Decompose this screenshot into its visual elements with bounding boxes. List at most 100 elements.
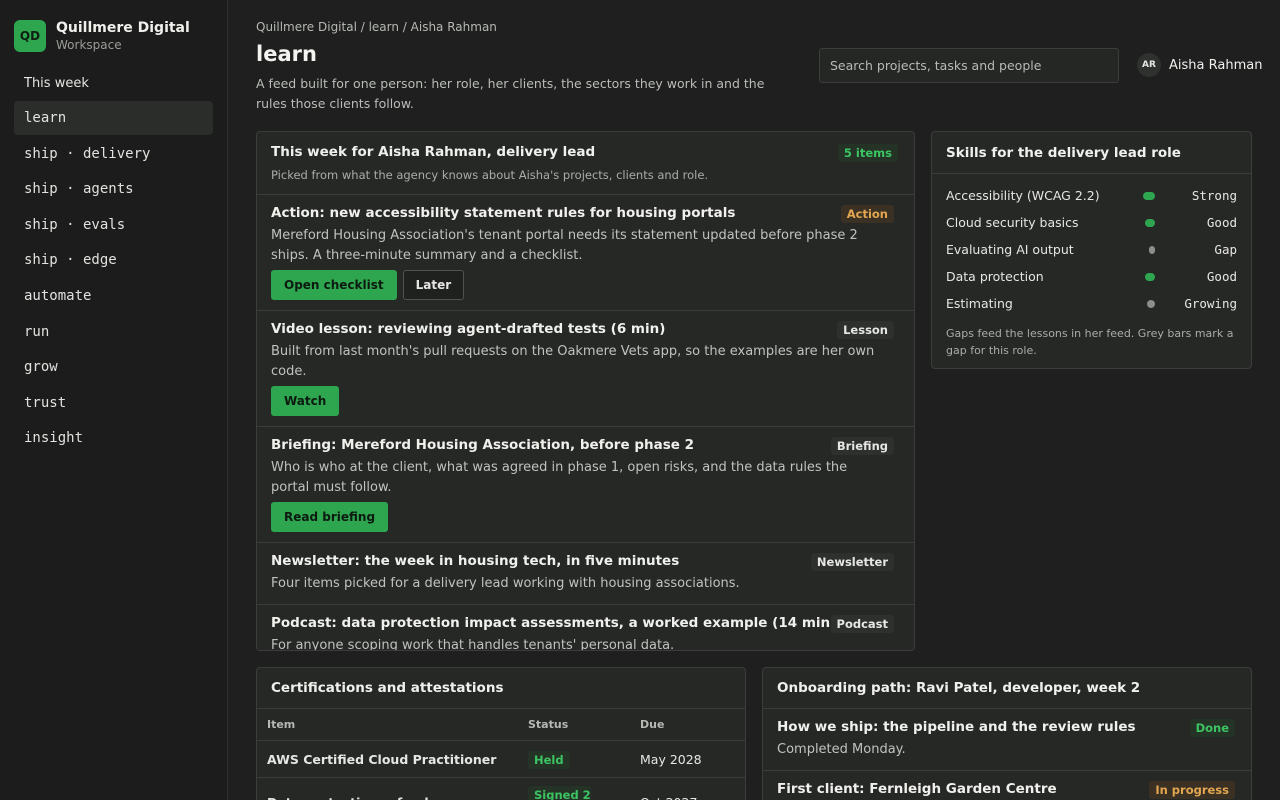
feed-title: This week for Aisha Rahman, delivery lea… <box>271 144 596 160</box>
feed-item-badge: Newsletter <box>810 553 894 571</box>
sidebar-item[interactable]: ship · edge <box>14 243 213 277</box>
feed-item-title[interactable]: Video lesson: reviewing agent-drafted te… <box>271 321 900 337</box>
feed-item-badge: Briefing <box>830 437 894 455</box>
skill-level: Good <box>1206 269 1237 284</box>
main-content: Quillmere Digital / learn / Aisha Rahman… <box>228 0 1280 800</box>
feed-item: Newsletter: the week in housing tech, in… <box>257 543 914 605</box>
feed-item-title[interactable]: Newsletter: the week in housing tech, in… <box>271 553 900 569</box>
breadcrumb: Quillmere Digital / learn / Aisha Rahman <box>256 20 497 34</box>
onboarding-item: How we ship: the pipeline and the review… <box>763 709 1251 771</box>
feed-item-title[interactable]: Podcast: data protection impact assessme… <box>271 615 900 631</box>
feed-item-title[interactable]: Briefing: Mereford Housing Association, … <box>271 437 900 453</box>
skill-name: Data protection <box>946 269 1044 284</box>
skills-header: Skills for the delivery lead role <box>932 132 1251 174</box>
feed-header: This week for Aisha Rahman, delivery lea… <box>257 132 914 195</box>
skill-name: Accessibility (WCAG 2.2) <box>946 188 1100 203</box>
primary-action-button[interactable]: Read briefing <box>271 502 389 532</box>
feed-item-badge: Podcast <box>830 615 894 633</box>
table-header-row: Item Status Due <box>257 709 745 741</box>
certs-header: Certifications and attestations <box>257 668 745 709</box>
skill-level: Good <box>1206 215 1237 230</box>
skill-level-bar <box>1149 245 1155 254</box>
feed-item: Podcast: data protection impact assessme… <box>257 605 914 651</box>
onboarding-card: Onboarding path: Ravi Patel, developer, … <box>762 667 1252 800</box>
page-title: learn <box>256 42 317 66</box>
onboarding-items: How we ship: the pipeline and the review… <box>763 709 1251 800</box>
onboarding-item-title[interactable]: How we ship: the pipeline and the review… <box>777 719 1237 735</box>
certs-body: AWS Certified Cloud Practitioner Held May … <box>257 740 745 800</box>
skills-list: Accessibility (WCAG 2.2) Strong Cloud secu… <box>932 174 1251 317</box>
skill-level-bar <box>1145 272 1155 281</box>
feed-item-text: For anyone scoping work that handles ten… <box>271 638 675 651</box>
primary-action-button[interactable]: Watch <box>271 386 340 416</box>
primary-action-button[interactable]: Open checklist <box>271 270 397 300</box>
user-menu[interactable]: AR Aisha Rahman <box>1137 53 1262 77</box>
sidebar-item[interactable]: grow <box>14 350 213 384</box>
feed-item-actions: Watch <box>271 386 900 416</box>
skill-level-bar <box>1143 191 1155 200</box>
onboarding-item: First client: Fernleigh Garden Centre In … <box>763 771 1251 800</box>
feed-subtitle: Picked from what the agency knows about … <box>271 168 709 182</box>
skill-name: Evaluating AI output <box>946 242 1074 257</box>
feed-item-actions: Read briefing <box>271 502 900 532</box>
weekly-feed-card: This week for Aisha Rahman, delivery lea… <box>256 131 915 651</box>
onboarding-status-badge: In progress <box>1149 781 1235 799</box>
cert-item[interactable]: Data protection refresher <box>257 777 518 800</box>
feed-item-text: Mereford Housing Association's tenant po… <box>271 228 858 263</box>
sidebar-item[interactable]: ship · agents <box>14 172 213 206</box>
skill-row: Accessibility (WCAG 2.2) Strong <box>932 182 1251 209</box>
onboarding-item-text: Completed Monday. <box>777 742 906 757</box>
feed-items: Action: new accessibility statement rule… <box>257 195 914 651</box>
skill-level: Strong <box>1191 188 1237 203</box>
sidebar-item[interactable]: automate <box>14 279 213 313</box>
nav-section-label: This week <box>24 76 89 91</box>
skill-row: Data protection Good <box>932 263 1251 290</box>
table-row: AWS Certified Cloud Practitioner Held May … <box>257 740 745 778</box>
feed-item: Action: new accessibility statement rule… <box>257 195 914 311</box>
skill-name: Estimating <box>946 296 1013 311</box>
status-badge: Held <box>528 750 570 769</box>
skill-row: Cloud security basics Good <box>932 209 1251 236</box>
brand-sub: Workspace <box>56 38 122 52</box>
sidebar-item[interactable]: insight <box>14 421 213 455</box>
cert-item[interactable]: AWS Certified Cloud Practitioner <box>257 740 518 778</box>
cert-status-cell: Held <box>518 740 630 778</box>
onboarding-status-badge: Done <box>1189 719 1235 737</box>
item-count-badge: 5 items <box>837 144 898 162</box>
cert-due: May 2028 <box>630 740 745 778</box>
certs-table: Item Status Due AWS Certified Cloud Prac… <box>257 709 745 800</box>
skill-level: Gap <box>1214 242 1237 257</box>
secondary-action-button[interactable]: Later <box>402 270 465 300</box>
sidebar-item[interactable]: ship · delivery <box>14 137 213 171</box>
table-row: Data protection refresher Signed 2 Oct Oct… <box>257 777 745 800</box>
skills-note: Gaps feed the lessons in her feed. Grey … <box>946 327 1234 357</box>
skills-title: Skills for the delivery lead role <box>946 145 1181 161</box>
search-input[interactable] <box>819 48 1119 83</box>
feed-item-text: Who is who at the client, what was agree… <box>271 460 848 495</box>
sidebar-item[interactable]: run <box>14 315 213 349</box>
skill-level-bar <box>1147 299 1155 308</box>
brand-logo: QD <box>14 20 46 52</box>
sidebar-item[interactable]: ship · evals <box>14 208 213 242</box>
sidebar-item[interactable]: learn <box>14 101 213 135</box>
onboarding-title: Onboarding path: Ravi Patel, developer, … <box>777 680 1141 696</box>
page-description: A feed built for one person: her role, h… <box>256 76 765 111</box>
skill-level-bar <box>1145 218 1155 227</box>
feed-item-actions: Open checklist Later <box>271 270 900 300</box>
avatar: AR <box>1137 53 1161 77</box>
sidebar-item[interactable]: trust <box>14 386 213 420</box>
brand[interactable]: QD Quillmere Digital Workspace <box>14 20 213 52</box>
status-badge: Signed 2 Oct <box>528 786 591 800</box>
feed-item-badge: Lesson <box>837 321 894 339</box>
certs-title: Certifications and attestations <box>271 680 504 696</box>
feed-item-title[interactable]: Action: new accessibility statement rule… <box>271 205 900 221</box>
skill-row: Estimating Growing <box>932 290 1251 317</box>
certifications-card: Certifications and attestations Item Sta… <box>256 667 746 800</box>
cert-due: Oct 2027 <box>630 777 745 800</box>
user-name: Aisha Rahman <box>1169 57 1263 73</box>
skill-level: Growing <box>1184 296 1237 311</box>
onboarding-header: Onboarding path: Ravi Patel, developer, … <box>763 668 1251 709</box>
column-header-item: Item <box>257 709 518 741</box>
feed-item-text: Built from last month's pull requests on… <box>271 344 875 379</box>
sidebar: QD Quillmere Digital Workspace This week… <box>0 0 228 800</box>
